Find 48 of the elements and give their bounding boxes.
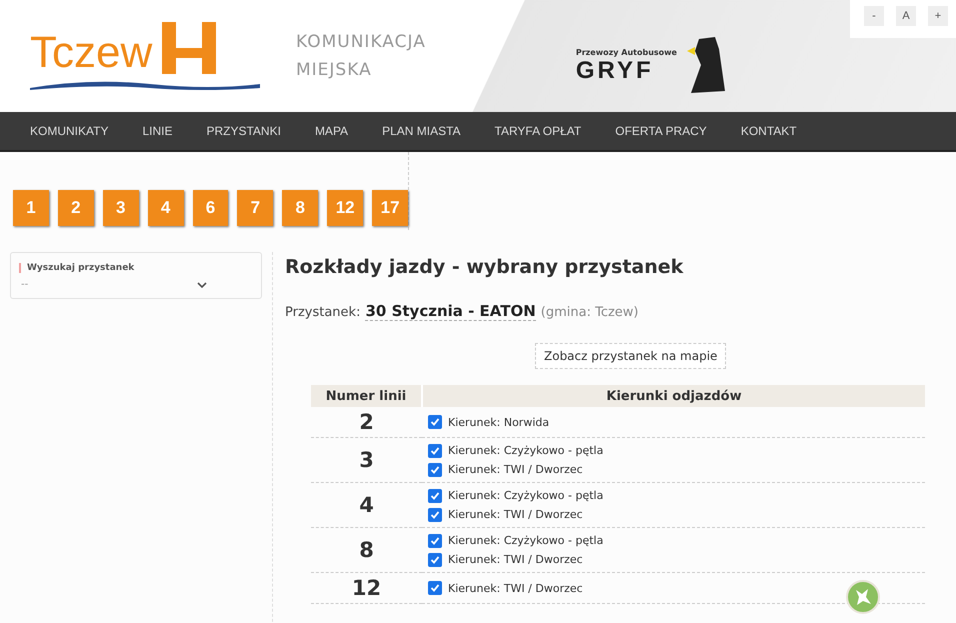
direction-label: Kierunek: Czyżykowo - pętla xyxy=(448,489,604,502)
checkbox[interactable] xyxy=(428,462,442,476)
subtitle-text: MIEJSKA xyxy=(296,60,373,80)
nav-link[interactable]: LINIE xyxy=(142,124,172,138)
logo-text: Tczew xyxy=(30,28,152,78)
direction-label: Kierunek: TWI / Dworzec xyxy=(448,553,583,566)
page-title: Rozkłady jazdy - wybrany przystanek xyxy=(285,256,684,278)
nav-link[interactable]: MAPA xyxy=(314,124,348,138)
stop-gmina: (gmina: Tczew) xyxy=(540,305,639,320)
checkmark-icon xyxy=(430,417,440,427)
checkbox[interactable] xyxy=(428,508,442,522)
direction-label: Kierunek: Norwida xyxy=(448,416,550,428)
chevron-icon xyxy=(197,282,207,288)
checkbox[interactable] xyxy=(428,488,442,502)
column-header: Kierunki odjazdów xyxy=(422,385,925,407)
nav-link[interactable]: OFERTA PRACY xyxy=(615,124,707,138)
stop-name: 30 Stycznia - EATON xyxy=(365,302,536,321)
direction-label: Kierunek: TWI / Dworzec xyxy=(448,508,583,521)
checkbox[interactable] xyxy=(428,581,442,595)
column-header: Numer linii xyxy=(311,385,422,407)
nav-link[interactable]: KOMUNIKATY xyxy=(30,124,108,138)
checkbox[interactable] xyxy=(428,552,442,566)
font-size-button[interactable]: - xyxy=(864,6,884,26)
direction-label: Kierunek: TWI / Dworzec xyxy=(448,582,583,594)
checkbox[interactable] xyxy=(428,534,442,548)
font-size-button[interactable]: A xyxy=(896,6,916,26)
line-number: 3 xyxy=(311,438,422,482)
operator-name: GRYF xyxy=(576,56,655,84)
operator-caption: Przewozy Autobusowe xyxy=(576,48,677,56)
nav-link[interactable]: PLAN MIASTA xyxy=(382,124,461,138)
direction-label: Kierunek: TWI / Dworzec xyxy=(448,463,583,476)
map-button[interactable]: Zobacz przystanek na mapie xyxy=(535,343,726,369)
search-label: Wyszukaj przystanek xyxy=(19,263,253,273)
line-number: 2 xyxy=(311,407,422,438)
stop-label: Przystanek: xyxy=(285,305,360,320)
checkbox[interactable] xyxy=(428,444,442,458)
direction-label: Kierunek: Czyżykowo - pętla xyxy=(448,534,604,547)
line-number: 4 xyxy=(311,482,422,528)
line-number: 12 xyxy=(311,572,422,604)
subtitle-text: KOMUNIKACJA xyxy=(296,32,426,52)
direction-label: Kierunek: Czyżykowo - pętla xyxy=(448,444,604,457)
nav-link[interactable]: KONTAKT xyxy=(740,124,797,138)
checkbox[interactable] xyxy=(428,415,442,429)
line-number: 8 xyxy=(311,528,422,572)
checkmark-icon xyxy=(430,583,440,593)
nav-link[interactable]: TARYFA OPŁAT xyxy=(494,124,582,138)
font-size-button[interactable]: + xyxy=(928,6,948,26)
nav-link[interactable]: PRZYSTANKI xyxy=(206,124,281,138)
